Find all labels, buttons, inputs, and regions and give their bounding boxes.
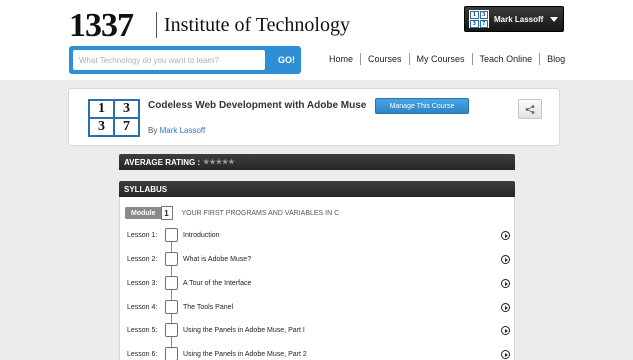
lesson-label: Lesson 4: xyxy=(127,304,158,311)
course-card: 1 3 3 7 Codeless Web Development with Ad… xyxy=(68,88,560,146)
avatar-digit: 3 xyxy=(479,11,488,19)
lesson-connector xyxy=(171,266,172,276)
play-icon[interactable] xyxy=(501,255,510,264)
course-logo: 1 3 3 7 xyxy=(88,99,140,137)
nav-courses[interactable]: Courses xyxy=(361,52,409,66)
play-icon[interactable] xyxy=(501,350,510,359)
lesson-row[interactable]: Lesson 5: Using the Panels in Adobe Muse… xyxy=(120,323,514,347)
lesson-row[interactable]: Lesson 3: A Tour of the Interface xyxy=(120,276,514,300)
module-title: YOUR FIRST PROGRAMS AND VARIABLES IN C xyxy=(181,209,340,217)
course-by-prefix: By xyxy=(148,126,158,135)
lesson-label: Lesson 3: xyxy=(127,280,158,287)
play-icon[interactable] xyxy=(501,303,510,312)
lesson-checkbox[interactable] xyxy=(165,323,178,337)
avatar-digit: 7 xyxy=(479,20,488,28)
lesson-title[interactable]: Using the Panels in Adobe Muse, Part I xyxy=(183,327,305,334)
share-icon xyxy=(525,104,535,114)
average-rating-bar: AVERAGE RATING : ★★★★★ xyxy=(119,154,515,170)
play-icon[interactable] xyxy=(501,231,510,240)
lesson-row[interactable]: Lesson 2: What is Adobe Muse? xyxy=(120,252,514,276)
star-rating: ★★★★★ xyxy=(203,159,235,166)
module-number: 1 xyxy=(160,206,173,220)
play-icon[interactable] xyxy=(501,326,510,335)
course-logo-digit: 3 xyxy=(90,119,113,135)
nav-blog[interactable]: Blog xyxy=(540,52,572,66)
play-icon[interactable] xyxy=(501,279,510,288)
search-button[interactable]: GO! xyxy=(272,46,301,74)
lesson-title[interactable]: Using the Panels in Adobe Muse, Part 2 xyxy=(183,351,307,358)
avatar: 1 3 3 7 xyxy=(469,10,489,28)
lesson-row[interactable]: Lesson 4: The Tools Panel xyxy=(120,300,514,324)
course-author-link[interactable]: Mark Lassoff xyxy=(160,126,206,135)
lesson-label: Lesson 6: xyxy=(127,351,158,358)
logo-text[interactable]: Institute of Technology xyxy=(164,13,350,37)
module-tag: Module xyxy=(125,207,162,219)
lesson-checkbox[interactable] xyxy=(165,347,178,360)
lesson-title[interactable]: The Tools Panel xyxy=(183,304,233,311)
lesson-label: Lesson 1: xyxy=(127,232,158,239)
course-logo-digit: 1 xyxy=(90,101,113,117)
lesson-checkbox[interactable] xyxy=(165,300,178,314)
module-row[interactable]: Module 1 YOUR FIRST PROGRAMS AND VARIABL… xyxy=(125,206,340,220)
logo-number[interactable]: 1337 xyxy=(69,8,134,44)
site-header: 1337 Institute of Technology 1 3 3 7 Mar… xyxy=(0,0,633,80)
user-name: Mark Lassoff xyxy=(494,14,544,24)
share-button[interactable] xyxy=(518,99,542,119)
search-input[interactable] xyxy=(73,50,265,70)
avatar-digit: 1 xyxy=(470,11,479,19)
lesson-row[interactable]: Lesson 6: Using the Panels in Adobe Muse… xyxy=(120,347,514,360)
lesson-connector xyxy=(171,242,172,252)
manage-course-button[interactable]: Manage This Course xyxy=(375,98,469,114)
lesson-title[interactable]: What is Adobe Muse? xyxy=(183,256,251,263)
course-title: Codeless Web Development with Adobe Muse xyxy=(148,100,367,111)
lesson-label: Lesson 5: xyxy=(127,327,158,334)
lesson-label: Lesson 2: xyxy=(127,256,158,263)
lesson-checkbox[interactable] xyxy=(165,228,178,242)
lesson-checkbox[interactable] xyxy=(165,276,178,290)
syllabus-header: SYLLABUS xyxy=(119,181,515,197)
chevron-down-icon xyxy=(550,17,558,22)
nav-teach-online[interactable]: Teach Online xyxy=(473,52,540,66)
course-logo-digit: 7 xyxy=(115,119,138,135)
search-bar xyxy=(69,46,301,74)
course-author-line: By Mark Lassoff xyxy=(148,126,205,135)
syllabus-label: SYLLABUS xyxy=(124,184,168,194)
lesson-row[interactable]: Lesson 1: Introduction xyxy=(120,228,514,252)
logo-divider xyxy=(156,12,157,38)
nav-my-courses[interactable]: My Courses xyxy=(410,52,472,66)
lesson-connector xyxy=(171,290,172,300)
user-menu-button[interactable]: 1 3 3 7 Mark Lassoff xyxy=(464,6,564,32)
syllabus-body: Module 1 YOUR FIRST PROGRAMS AND VARIABL… xyxy=(119,197,515,360)
main-nav: Home Courses My Courses Teach Online Blo… xyxy=(322,52,572,66)
lesson-title[interactable]: A Tour of the Interface xyxy=(183,280,251,287)
nav-home[interactable]: Home xyxy=(322,52,360,66)
rating-label: AVERAGE RATING : xyxy=(124,157,201,167)
lesson-checkbox[interactable] xyxy=(165,252,178,266)
course-logo-digit: 3 xyxy=(115,101,138,117)
lesson-title[interactable]: Introduction xyxy=(183,232,220,239)
lesson-connector xyxy=(171,337,172,347)
avatar-digit: 3 xyxy=(470,20,479,28)
